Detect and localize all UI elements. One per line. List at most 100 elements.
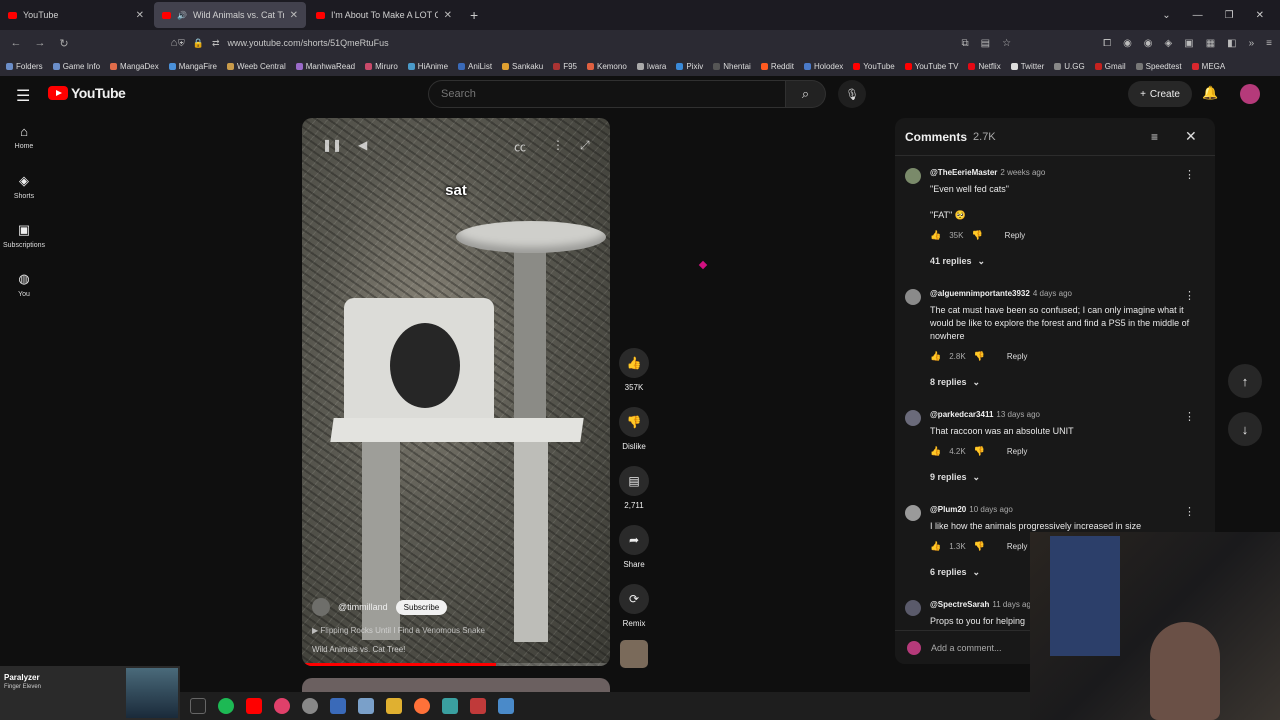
thumbs-up-icon[interactable]: 👍 [619,348,649,378]
view-replies-button[interactable]: 41 replies ⌄ [930,254,1191,268]
bookmark-item[interactable]: Nhentai [713,62,751,71]
more-options-icon[interactable]: ⋮ [1184,410,1195,423]
shorts-video-player[interactable]: sat ❚❚ ◀ ㏄ ⋮ ⤢ @timmilland Subscribe ▶ F… [302,118,610,666]
new-tab-icon[interactable]: + [470,7,478,23]
reply-button[interactable]: Reply [1007,447,1027,456]
extension-icon[interactable]: ▦ [1206,38,1215,49]
thumbs-down-icon[interactable]: 👎 [974,446,985,457]
view-replies-button[interactable]: 9 replies ⌄ [930,470,1191,484]
bookmark-item[interactable]: MangaFire [168,62,217,71]
spotify-icon[interactable] [218,698,234,714]
commenter-avatar[interactable] [905,289,921,305]
commenter-avatar[interactable] [905,600,921,616]
close-tab-icon[interactable]: ✕ [136,10,144,21]
thumbs-down-icon[interactable]: 👎 [619,407,649,437]
bookmark-item[interactable]: HiAnime [407,62,448,71]
voice-search-button[interactable]: 🎙 [838,80,866,108]
account-avatar[interactable] [1240,84,1260,104]
nav-item-home[interactable]: ⌂ Home [0,124,48,173]
recorder-icon[interactable] [274,698,290,714]
bookmark-item[interactable]: Holodex [803,62,843,71]
search-button[interactable]: ⌕ [786,80,826,108]
add-comment-input[interactable]: Add a comment... [931,643,1002,653]
dislike-action[interactable]: 👎 Dislike [616,407,652,451]
pause-icon[interactable]: ❚❚ [322,138,342,152]
app-icon[interactable] [470,698,486,714]
bookmark-item[interactable]: AniList [458,62,492,71]
bookmark-item[interactable]: Reddit [760,62,794,71]
comment-icon[interactable]: ▤ [619,466,649,496]
next-video-preview[interactable] [302,678,610,692]
comment-author[interactable]: @SpectreSarah [930,600,989,609]
bookmark-item[interactable]: YouTube [853,62,895,71]
bookmark-item[interactable]: YouTube TV [904,62,958,71]
extension-icon[interactable]: ◉ [1123,38,1132,49]
reply-button[interactable]: Reply [1007,352,1027,361]
bookmark-item[interactable]: Netflix [968,62,1001,71]
nav-item-you[interactable]: ◍ You [0,271,48,320]
video-title[interactable]: Wild Animals vs. Cat Tree! [312,645,602,654]
media-player-icon[interactable] [302,698,318,714]
bookmark-item[interactable]: Sankaku [502,62,543,71]
bookmark-item[interactable]: Miruro [365,62,398,71]
close-tab-icon[interactable]: ✕ [290,10,298,21]
bookmark-item[interactable]: Folders [6,62,43,71]
commenter-avatar[interactable] [905,168,921,184]
app-icon[interactable] [330,698,346,714]
speaker-icon[interactable]: 🔊 [177,11,187,20]
bookmark-item[interactable]: U.GG [1054,62,1085,71]
bookmark-item[interactable]: MangaDex [110,62,159,71]
reader-icon[interactable]: ▤ [981,38,990,49]
forward-icon[interactable]: → [28,37,52,49]
browser-tab-youtube[interactable]: YouTube ✕ [0,0,152,30]
bookmark-item[interactable]: Gmail [1094,62,1126,71]
tab-list-icon[interactable]: ⌄ [1162,10,1170,21]
remix-action[interactable]: ⟳ Remix [616,584,652,628]
subscribe-button[interactable]: Subscribe [395,599,448,615]
youtube-app-icon[interactable] [246,698,262,714]
thumbs-down-icon[interactable]: 👎 [974,541,985,552]
bookmark-item[interactable]: Game Info [52,62,100,71]
comments-action[interactable]: ▤ 2,711 [616,466,652,510]
close-window-icon[interactable]: ✕ [1256,10,1264,21]
close-tab-icon[interactable]: ✕ [444,10,452,21]
permissions-icon[interactable]: ⇄ [212,38,220,49]
nav-item-subscriptions[interactable]: ▣ Subscriptions [0,222,48,271]
nav-item-shorts[interactable]: ◈ Shorts [0,173,48,222]
search-box[interactable] [428,80,786,108]
close-icon[interactable]: ✕ [1185,128,1197,145]
overflow-icon[interactable]: » [1249,38,1255,49]
thumbs-down-icon[interactable]: 👎 [971,230,982,241]
lock-icon[interactable]: 🔒 [193,38,204,49]
bookmark-item[interactable]: Weeb Central [226,62,286,71]
thumbs-up-icon[interactable]: 👍 [930,446,941,457]
more-options-icon[interactable]: ⋮ [552,138,564,152]
bookmark-item[interactable]: F95 [553,62,577,71]
like-action[interactable]: 👍 357K [616,348,652,392]
steam-icon[interactable] [498,698,514,714]
more-options-icon[interactable]: ⋮ [1184,168,1195,181]
menu-icon[interactable]: ≡ [1266,38,1272,49]
previous-short-button[interactable]: ↑ [1228,364,1262,398]
reply-button[interactable]: Reply [1007,542,1027,551]
url-text[interactable]: www.youtube.com/shorts/51QmeRtuFus [228,38,389,48]
comment-author[interactable]: @alguemnimportante3932 [930,289,1030,298]
more-options-icon[interactable]: ⋮ [1184,289,1195,302]
fullscreen-icon[interactable]: ⤢ [580,138,590,153]
thumbs-up-icon[interactable]: 👍 [930,351,941,362]
bookmark-item[interactable]: Twitter [1010,62,1044,71]
channel-avatar[interactable] [312,598,330,616]
address-bar[interactable]: ⛨ 🔒 ⇄ www.youtube.com/shorts/51QmeRtuFus [178,33,998,53]
screenshot-icon[interactable]: ⧉ [962,38,969,49]
volume-icon[interactable]: ◀ [358,138,367,152]
bookmark-item[interactable]: ManhwaRead [295,62,355,71]
share-action[interactable]: ➦ Share [616,525,652,569]
hamburger-menu-icon[interactable]: ☰ [16,86,30,106]
shield-icon[interactable]: ⛨ [178,38,185,49]
reply-button[interactable]: Reply [1005,231,1025,240]
thumbs-down-icon[interactable]: 👎 [974,351,985,362]
thumbs-up-icon[interactable]: 👍 [930,541,941,552]
app-icon[interactable] [442,698,458,714]
file-explorer-icon[interactable] [386,698,402,714]
search-input[interactable] [429,81,785,107]
